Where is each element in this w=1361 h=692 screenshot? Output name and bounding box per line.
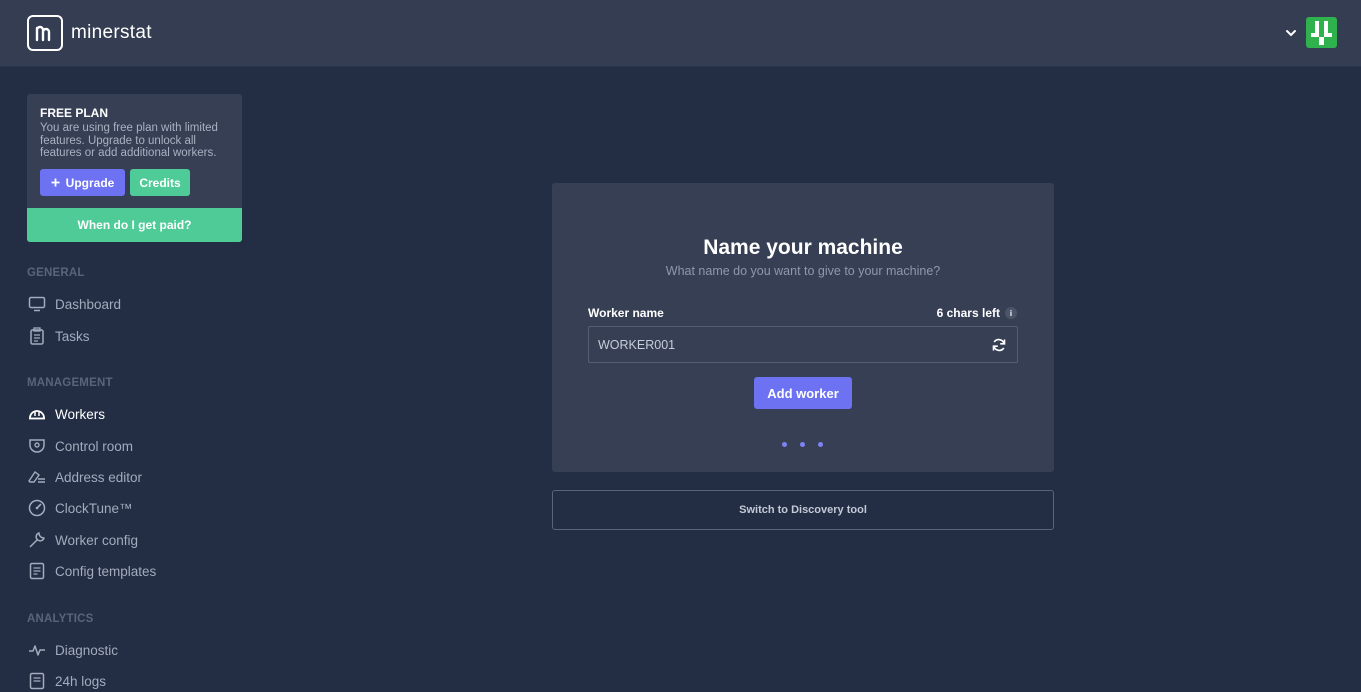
sidebar-item-dashboard[interactable]: Dashboard bbox=[27, 293, 121, 315]
sidebar-item-label: Config templates bbox=[55, 563, 157, 579]
section-label-general: GENERAL bbox=[27, 267, 85, 279]
top-bar: minerstat bbox=[0, 0, 1361, 67]
sidebar-item-label: Worker config bbox=[55, 532, 139, 548]
chevron-down-icon[interactable] bbox=[1285, 26, 1297, 44]
sidebar-item-tasks[interactable]: Tasks bbox=[27, 325, 90, 347]
sidebar-item-clocktune[interactable]: ClockTune™ bbox=[27, 497, 133, 519]
sidebar-item-address-editor[interactable]: Address editor bbox=[27, 466, 142, 488]
free-plan-card: FREE PLAN You are using free plan with l… bbox=[27, 94, 242, 242]
plan-title: FREE PLAN bbox=[40, 106, 109, 120]
sidebar-item-label: Control room bbox=[55, 438, 134, 454]
when-paid-button[interactable]: When do I get paid? bbox=[27, 208, 242, 242]
loading-dot bbox=[782, 442, 787, 447]
sidebar-item-label: Workers bbox=[55, 406, 106, 422]
sidebar-item-label: Address editor bbox=[55, 469, 143, 485]
credits-button[interactable]: Credits bbox=[130, 169, 190, 196]
refresh-icon[interactable] bbox=[991, 337, 1007, 353]
clipboard-icon bbox=[27, 327, 46, 346]
sidebar-item-config-templates[interactable]: Config templates bbox=[27, 560, 156, 582]
worker-name-label: Worker name bbox=[588, 306, 664, 320]
switch-discovery-button[interactable]: Switch to Discovery tool bbox=[552, 490, 1054, 530]
hardhat-icon bbox=[27, 405, 46, 424]
logo-icon bbox=[27, 15, 63, 51]
eraser-icon bbox=[27, 468, 46, 487]
monitor-icon bbox=[27, 295, 46, 314]
plus-icon bbox=[51, 178, 60, 187]
chars-left-counter: 6 chars left i bbox=[937, 306, 1017, 320]
name-machine-card: Name your machine What name do you want … bbox=[552, 183, 1054, 472]
template-icon bbox=[27, 562, 46, 581]
sidebar-item-label: Tasks bbox=[55, 328, 90, 344]
log-icon bbox=[27, 672, 46, 691]
sidebar-item-diagnostic[interactable]: Diagnostic bbox=[27, 639, 118, 661]
sidebar-item-label: Dashboard bbox=[55, 296, 122, 312]
section-label-analytics: ANALYTICS bbox=[27, 613, 94, 625]
sidebar-item-label: ClockTune™ bbox=[55, 500, 133, 516]
loading-dot bbox=[818, 442, 823, 447]
gauge-icon bbox=[27, 499, 46, 518]
upgrade-button[interactable]: Upgrade bbox=[40, 169, 125, 196]
logo-text: minerstat bbox=[71, 22, 152, 43]
sidebar-item-24h-logs[interactable]: 24h logs bbox=[27, 670, 106, 692]
section-label-management: MANAGEMENT bbox=[27, 377, 113, 389]
sidebar-item-worker-config[interactable]: Worker config bbox=[27, 529, 138, 551]
loading-dot bbox=[800, 442, 805, 447]
loading-dots bbox=[782, 442, 823, 447]
page-subtitle: What name do you want to give to your ma… bbox=[665, 264, 941, 278]
add-worker-button[interactable]: Add worker bbox=[754, 377, 852, 409]
sidebar-item-workers[interactable]: Workers bbox=[27, 403, 105, 425]
pulse-icon bbox=[27, 641, 46, 660]
info-icon[interactable]: i bbox=[1005, 307, 1017, 319]
page-title: Name your machine bbox=[703, 236, 903, 259]
plan-description: You are using free plan with limited fea… bbox=[40, 122, 218, 159]
logo[interactable]: minerstat bbox=[27, 15, 152, 51]
chars-left-text: 6 chars left bbox=[936, 306, 1000, 320]
camera-icon bbox=[27, 437, 46, 456]
wrench-icon bbox=[27, 531, 46, 550]
sidebar-item-label: Diagnostic bbox=[55, 642, 119, 658]
upgrade-label: Upgrade bbox=[65, 175, 115, 190]
user-avatar-icon[interactable] bbox=[1306, 17, 1337, 48]
worker-name-input[interactable] bbox=[588, 326, 1018, 363]
sidebar-item-label: 24h logs bbox=[55, 673, 107, 689]
sidebar-item-control-room[interactable]: Control room bbox=[27, 435, 133, 457]
